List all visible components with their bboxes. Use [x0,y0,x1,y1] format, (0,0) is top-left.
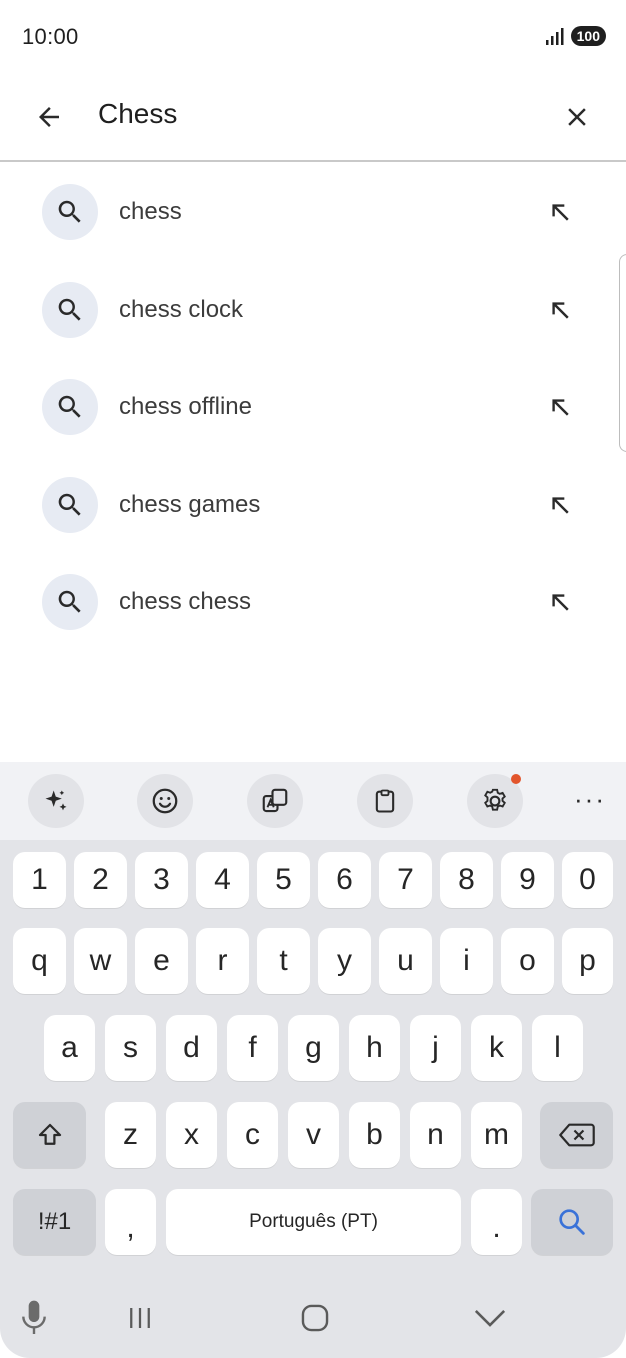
settings-icon[interactable] [467,774,523,828]
comma-key[interactable]: , [105,1189,156,1255]
key-r[interactable]: r [196,928,249,994]
key-w[interactable]: w [74,928,127,994]
status-time: 10:00 [22,24,79,49]
key-s[interactable]: s [105,1015,156,1081]
key-4[interactable]: 4 [196,852,249,908]
recent-apps-icon[interactable] [110,1290,170,1346]
key-b[interactable]: b [349,1102,400,1168]
status-bar: 10:00 100 [0,0,626,76]
key-3[interactable]: 3 [135,852,188,908]
key-j[interactable]: j [410,1015,461,1081]
key-m[interactable]: m [471,1102,522,1168]
clipboard-icon[interactable] [357,774,413,828]
suggestion-item[interactable]: chess [0,164,626,262]
arrow-up-left-icon[interactable] [544,391,576,423]
shift-key[interactable] [13,1102,86,1168]
search-icon [42,184,98,240]
keyboard: ··· 1 2 3 4 5 6 7 8 9 0 q w e r t y u i … [0,762,626,1358]
suggestion-item[interactable]: chess chess [0,554,626,652]
clear-button[interactable] [554,94,600,140]
key-z[interactable]: z [105,1102,156,1168]
search-icon [42,574,98,630]
more-icon[interactable]: ··· [574,784,606,815]
key-2[interactable]: 2 [74,852,127,908]
suggestion-item[interactable]: chess offline [0,359,626,457]
microphone-icon[interactable] [4,1290,64,1346]
space-key[interactable]: Português (PT) [166,1189,461,1255]
notification-dot [511,774,521,784]
shift-icon [38,1123,61,1145]
key-9[interactable]: 9 [501,852,554,908]
suggestion-label: chess clock [119,295,244,323]
search-input[interactable]: Chess [98,98,177,130]
key-y[interactable]: y [318,928,371,994]
keyboard-toolbar: ··· [0,762,626,840]
back-button[interactable] [26,94,72,140]
arrow-up-left-icon[interactable] [544,294,576,326]
search-key[interactable] [531,1189,613,1255]
key-l[interactable]: l [532,1015,583,1081]
key-0[interactable]: 0 [562,852,613,908]
suggestion-label: chess chess [119,588,252,615]
key-t[interactable]: t [257,928,310,994]
hide-keyboard-icon[interactable] [460,1290,520,1346]
key-v[interactable]: v [288,1102,339,1168]
key-h[interactable]: h [349,1015,400,1081]
symbols-key[interactable]: !#1 [13,1189,96,1255]
status-icons: 100 [545,26,606,46]
key-f[interactable]: f [227,1015,278,1081]
key-u[interactable]: u [379,928,432,994]
backspace-icon [558,1123,595,1147]
suggestion-list: chess chess clock chess offline chess ga… [0,164,626,652]
sparkle-icon[interactable] [28,774,84,828]
translate-icon[interactable] [247,774,303,828]
key-8[interactable]: 8 [440,852,493,908]
key-n[interactable]: n [410,1102,461,1168]
search-icon [42,476,98,533]
search-icon [559,1209,585,1235]
key-i[interactable]: i [440,928,493,994]
close-icon [568,108,586,126]
emoji-icon[interactable] [137,774,193,828]
home-icon[interactable] [285,1290,345,1346]
arrow-back-icon [39,107,59,127]
arrow-up-left-icon[interactable] [544,196,576,228]
key-o[interactable]: o [501,928,554,994]
scroll-indicator [619,254,626,452]
period-key[interactable]: . [471,1189,522,1255]
arrow-up-left-icon[interactable] [544,586,576,618]
navigation-bar [0,1280,626,1358]
key-g[interactable]: g [288,1015,339,1081]
suggestion-label: chess offline [119,393,252,420]
key-7[interactable]: 7 [379,852,432,908]
suggestion-item[interactable]: chess clock [0,262,626,360]
key-k[interactable]: k [471,1015,522,1081]
key-6[interactable]: 6 [318,852,371,908]
battery-icon: 100 [570,26,606,46]
key-x[interactable]: x [166,1102,217,1168]
key-q[interactable]: q [13,928,66,994]
key-e[interactable]: e [135,928,188,994]
search-icon [42,379,98,435]
key-p[interactable]: p [562,928,613,994]
suggestion-item[interactable]: chess games [0,457,626,555]
suggestion-label: chess [119,198,182,225]
arrow-up-left-icon[interactable] [544,489,576,521]
key-c[interactable]: c [227,1102,278,1168]
key-a[interactable]: a [44,1015,95,1081]
search-bar: Chess [0,76,626,162]
key-1[interactable]: 1 [13,852,66,908]
suggestion-label: chess games [119,490,261,518]
signal-icon [545,28,564,45]
backspace-key[interactable] [540,1102,613,1168]
search-icon [42,281,98,338]
key-5[interactable]: 5 [257,852,310,908]
key-d[interactable]: d [166,1015,217,1081]
